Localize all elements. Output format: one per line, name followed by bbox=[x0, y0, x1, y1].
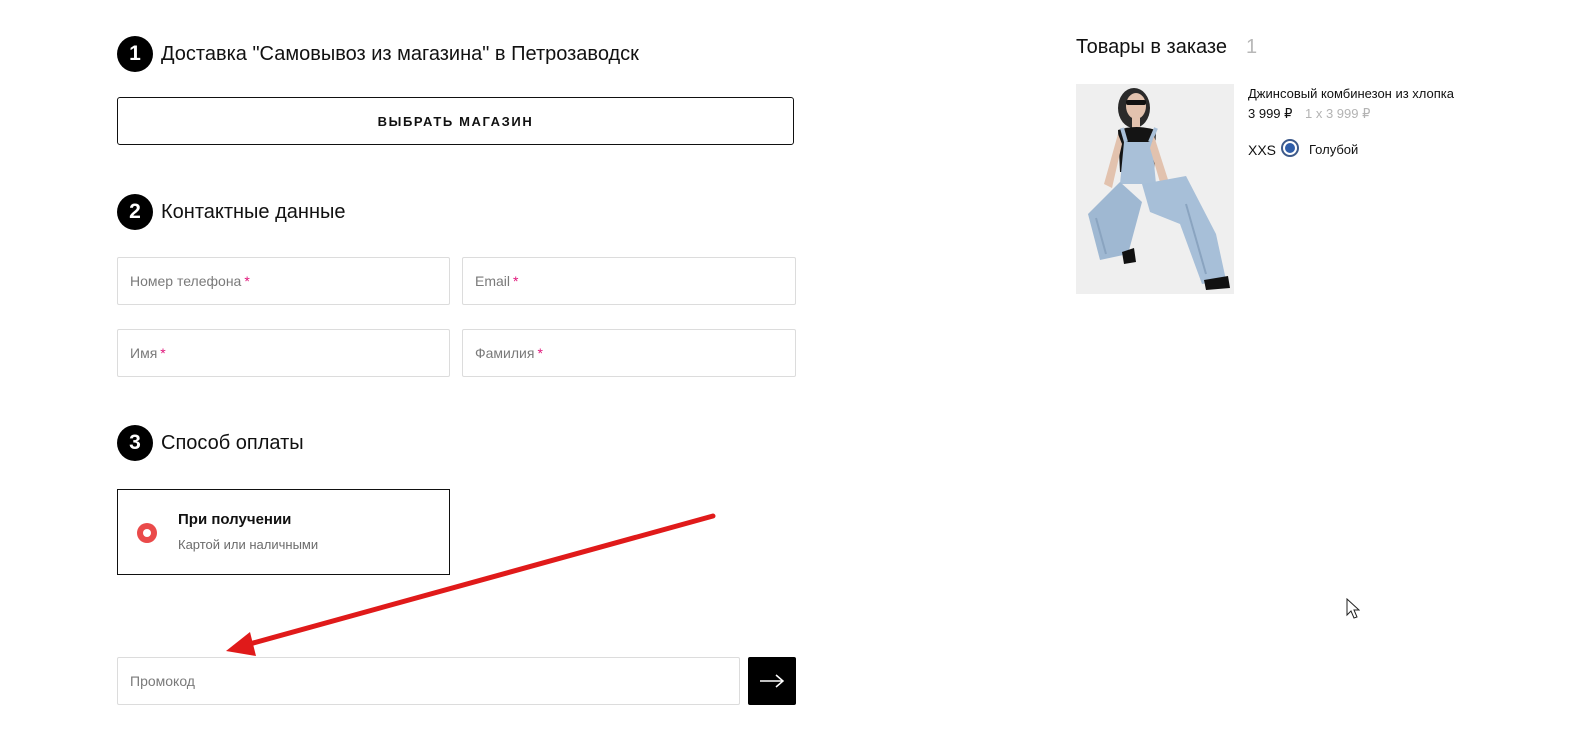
step-payment-header: 3 Способ оплаты bbox=[117, 425, 304, 461]
required-mark: * bbox=[244, 273, 250, 289]
phone-field[interactable]: Номер телефона * bbox=[117, 257, 450, 305]
step-contact-header: 2 Контактные данные bbox=[117, 194, 346, 230]
step-number: 2 bbox=[117, 194, 153, 230]
payment-option-subtitle: Картой или наличными bbox=[178, 537, 319, 552]
step-number: 1 bbox=[117, 36, 153, 72]
product-price: 3 999 ₽ bbox=[1248, 106, 1293, 121]
step-number: 3 bbox=[117, 425, 153, 461]
cart-title: Товары в заказе bbox=[1076, 36, 1227, 58]
arrow-right-icon bbox=[760, 674, 785, 688]
promo-placeholder: Промокод bbox=[130, 673, 195, 689]
email-field[interactable]: Email * bbox=[462, 257, 796, 305]
color-swatch-icon bbox=[1281, 139, 1299, 157]
promo-code-input[interactable]: Промокод bbox=[117, 657, 740, 705]
phone-placeholder: Номер телефона bbox=[130, 273, 242, 289]
step-title: Контактные данные bbox=[161, 200, 346, 223]
last-name-field[interactable]: Фамилия * bbox=[462, 329, 796, 377]
first-name-field[interactable]: Имя * bbox=[117, 329, 450, 377]
payment-option-on-delivery[interactable]: При получении Картой или наличными bbox=[117, 489, 450, 575]
promo-submit-button[interactable] bbox=[748, 657, 796, 705]
product-photo-illustration bbox=[1076, 84, 1234, 294]
payment-option-title: При получении bbox=[178, 511, 292, 528]
email-placeholder: Email bbox=[475, 273, 511, 289]
required-mark: * bbox=[160, 345, 166, 361]
product-image[interactable] bbox=[1076, 84, 1234, 294]
choose-store-button[interactable]: ВЫБРАТЬ МАГАЗИН bbox=[117, 97, 794, 145]
step-title: Способ оплаты bbox=[161, 431, 304, 454]
product-quantity: 1 x 3 999 ₽ bbox=[1305, 106, 1371, 121]
first-name-placeholder: Имя bbox=[130, 345, 158, 361]
radio-inner bbox=[143, 529, 151, 537]
product-size: XXS bbox=[1248, 142, 1277, 158]
required-mark: * bbox=[513, 273, 519, 289]
mouse-cursor-icon bbox=[1346, 598, 1360, 619]
cart-count: 1 bbox=[1246, 36, 1258, 58]
radio-selected-icon[interactable] bbox=[137, 523, 157, 543]
product-name[interactable]: Джинсовый комбинезон из хлопка bbox=[1248, 86, 1454, 101]
required-mark: * bbox=[537, 345, 543, 361]
color-swatch-dot bbox=[1285, 143, 1295, 153]
last-name-placeholder: Фамилия bbox=[475, 345, 535, 361]
step-title: Доставка "Самовывоз из магазина" в Петро… bbox=[161, 42, 639, 65]
step-delivery-header: 1 Доставка "Самовывоз из магазина" в Пет… bbox=[117, 36, 639, 72]
product-color: Голубой bbox=[1309, 142, 1359, 157]
